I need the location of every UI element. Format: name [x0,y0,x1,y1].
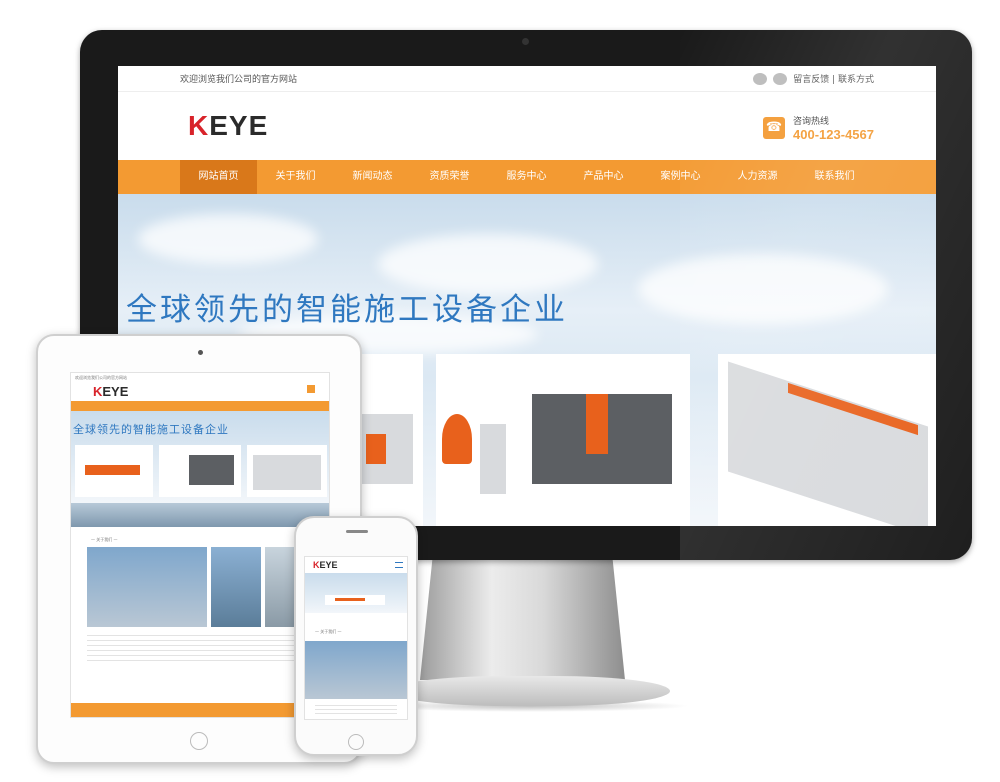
top-links: 留言反馈 | 联系方式 [753,72,874,85]
nav-item-cases[interactable]: 案例中心 [642,160,719,194]
main-nav: 网站首页 关于我们 新闻动态 资质荣誉 服务中心 产品中心 案例中心 人力资源 … [118,160,936,194]
tablet-product-2[interactable] [159,445,241,497]
cloud [138,214,318,264]
phone-about-text [315,705,397,717]
nav-item-honors[interactable]: 资质荣誉 [411,160,488,194]
tablet-about-image-1 [87,547,207,627]
machine-image [728,361,928,526]
weibo-icon[interactable] [753,72,768,85]
hotline-number: 400-123-4567 [793,127,874,142]
welcome-text: 欢迎浏览我们公司的官方网站 [180,75,298,85]
tablet-home-button[interactable] [190,732,208,750]
tablet-banner: 全球领先的智能施工设备企业 [71,411,329,503]
monitor-stand-base [390,676,670,706]
control-cabinet [480,424,506,494]
nav-item-service[interactable]: 服务中心 [488,160,565,194]
feedback-contact-links[interactable]: 留言反馈 | 联系方式 [793,72,874,85]
machine-part [586,394,608,454]
phone-product-strip [325,595,385,605]
tablet-camera [198,350,203,355]
nav-item-news[interactable]: 新闻动态 [334,160,411,194]
hotline-label: 咨询热线 [793,117,830,127]
menu-icon[interactable] [395,562,403,568]
tablet-about-image-2 [211,547,261,627]
tablet-welcome: 欢迎浏览我们公司的官方网站 [75,375,127,380]
tablet-city-strip [71,503,329,527]
top-bar: 欢迎浏览我们公司的官方网站 留言反馈 | 联系方式 [118,66,936,92]
device-mockup-stage: 欢迎浏览我们公司的官方网站 留言反馈 | 联系方式 KEYE ☎ 咨询热线 40… [0,0,1000,782]
phone-about-heading: — 关于我们 — [315,629,342,634]
phone-screen: KEYE — 关于我们 — [304,556,408,720]
tablet-product-1[interactable] [75,445,153,497]
site-logo[interactable]: KEYE [188,110,268,142]
phone-header: KEYE [305,557,407,573]
cloud [638,254,888,324]
phone-banner [305,573,407,613]
product-card-3[interactable] [718,354,936,526]
hero-slogan: 全球领先的智能施工设备企业 [126,292,568,328]
nav-item-hr[interactable]: 人力资源 [719,160,796,194]
tablet-about-images [71,547,329,629]
coil-rack [442,414,472,464]
tablet-screen: 欢迎浏览我们公司的官方网站 KEYE 全球领先的智能施工设备企业 — 关于我们 … [70,372,330,718]
nav-item-home[interactable]: 网站首页 [180,160,257,194]
hotline: ☎ 咨询热线 400-123-4567 [763,114,874,142]
tablet-nav[interactable] [71,401,329,411]
tablet-about-heading: — 关于我们 — [91,537,118,542]
tablet-footer [71,703,329,717]
machine-part [366,434,386,464]
product-card-2[interactable] [436,354,690,526]
monitor-camera [522,38,529,45]
tablet-product-3[interactable] [247,445,327,497]
monitor-stand-neck [420,560,625,680]
nav-item-about[interactable]: 关于我们 [257,160,334,194]
nav-item-contact[interactable]: 联系我们 [796,160,873,194]
phone-device: KEYE — 关于我们 — [294,516,418,756]
wechat-icon[interactable] [773,72,788,85]
nav-item-products[interactable]: 产品中心 [565,160,642,194]
tablet-slogan: 全球领先的智能施工设备企业 [73,423,229,436]
tablet-header: KEYE [71,381,329,401]
tablet-about-text [87,635,313,663]
phone-icon [307,385,315,393]
site-header: KEYE ☎ 咨询热线 400-123-4567 [118,92,936,160]
phone-about-image [305,641,407,699]
phone-icon: ☎ [763,117,786,139]
phone-logo[interactable]: KEYE [313,560,338,570]
tablet-logo[interactable]: KEYE [93,384,128,399]
phone-home-button[interactable] [348,734,364,750]
phone-speaker [346,530,368,533]
